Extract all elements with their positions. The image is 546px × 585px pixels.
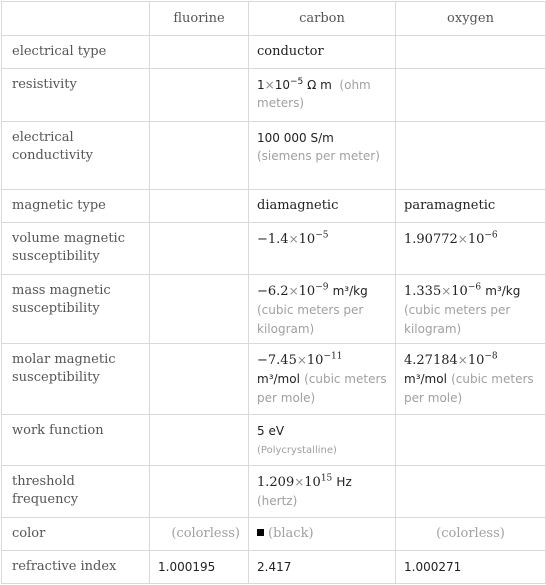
unit: m³/kg: [332, 284, 368, 298]
table-row: magnetic type diamagnetic paramagnetic: [1, 189, 546, 223]
cell-oxygen: 1.335×10−6 m³/kg (cubic meters per kilog…: [395, 274, 546, 344]
row-label: resistivity: [1, 68, 150, 122]
exponent: −5: [315, 230, 329, 241]
color-name: (black): [268, 526, 314, 541]
unit: m³/kg: [485, 284, 521, 298]
cell-oxygen: [395, 414, 546, 466]
cell-carbon: 1×10−5 Ω m (ohm meters): [248, 68, 396, 122]
cell-carbon: 2.417: [248, 550, 396, 584]
header-row: fluorine carbon oxygen: [1, 1, 546, 36]
mantissa: 1: [257, 78, 265, 92]
unit: m³/mol: [257, 372, 300, 386]
row-label: molar magnetic susceptibility: [1, 343, 150, 415]
cell-oxygen: 4.27184×10−8 m³/mol (cubic meters per mo…: [395, 343, 546, 415]
cell-fluorine: [149, 35, 249, 69]
unit: m³/mol: [404, 372, 447, 386]
table-row: volume magnetic susceptibility −1.4×10−5…: [1, 222, 546, 275]
cell-oxygen: [395, 465, 546, 518]
exponent: 15: [320, 473, 333, 484]
table-row: color (colorless) (black) (colorless): [1, 517, 546, 551]
row-label: magnetic type: [1, 189, 150, 223]
exponent: −11: [323, 351, 343, 362]
cell-fluorine: (colorless): [149, 517, 249, 551]
value: 100 000: [257, 131, 307, 145]
cell-fluorine: [149, 343, 249, 415]
row-label: color: [1, 517, 150, 551]
table-row: electrical type conductor: [1, 35, 546, 69]
note: (Polycrystalline): [257, 445, 337, 456]
row-label: work function: [1, 414, 150, 466]
mantissa: −6.2: [257, 284, 289, 299]
unit: eV: [268, 424, 285, 438]
cell-oxygen: [395, 35, 546, 69]
color-swatch-icon: [257, 529, 264, 536]
color-name: (colorless): [436, 526, 505, 541]
header-fluorine: fluorine: [149, 1, 249, 36]
comparison-table: fluorine carbon oxygen electrical type c…: [1, 1, 546, 584]
unit-description: (siemens per meter): [257, 149, 380, 163]
cell-oxygen: 1.90772×10−6: [395, 222, 546, 275]
unit: Hz: [336, 475, 352, 489]
cell-oxygen: (colorless): [395, 517, 546, 551]
header-empty: [1, 1, 150, 36]
table-row: threshold frequency 1.209×1015 Hz (hertz): [1, 465, 546, 518]
exponent: −5: [289, 77, 304, 87]
cell-oxygen: 1.000271: [395, 550, 546, 584]
cell-carbon: −6.2×10−9 m³/kg (cubic meters per kilogr…: [248, 274, 396, 344]
unit-description: (cubic meters per kilogram): [257, 303, 364, 336]
exponent: −6: [484, 230, 498, 241]
cell-fluorine: [149, 465, 249, 518]
cell-fluorine: [149, 222, 249, 275]
cell-fluorine: 1.000195: [149, 550, 249, 584]
exponent: −9: [315, 282, 329, 293]
row-label: threshold frequency: [1, 465, 150, 518]
cell-fluorine: [149, 414, 249, 466]
table-row: molar magnetic susceptibility −7.45×10−1…: [1, 343, 546, 415]
table-row: mass magnetic susceptibility −6.2×10−9 m…: [1, 274, 546, 344]
unit: Ω m: [307, 78, 332, 92]
cell-oxygen: [395, 121, 546, 190]
mantissa: 1.209: [257, 475, 295, 490]
cell-fluorine: [149, 189, 249, 223]
row-label: volume magnetic susceptibility: [1, 222, 150, 275]
cell-fluorine: [149, 274, 249, 344]
cell-carbon: 100 000 S/m (siemens per meter): [248, 121, 396, 190]
unit-description: (hertz): [257, 494, 298, 508]
row-label: electrical conductivity: [1, 121, 150, 190]
mantissa: −1.4: [257, 232, 289, 247]
row-label: refractive index: [1, 550, 150, 584]
cell-oxygen: [395, 68, 546, 122]
cell-carbon: conductor: [248, 35, 396, 69]
exponent: −6: [467, 282, 482, 293]
cell-carbon: 1.209×1015 Hz (hertz): [248, 465, 396, 518]
unit-description: (cubic meters per kilogram): [404, 303, 511, 336]
row-label: mass magnetic susceptibility: [1, 274, 150, 344]
cell-carbon: diamagnetic: [248, 189, 396, 223]
mantissa: 1.335: [404, 284, 442, 299]
value: 5: [257, 424, 265, 438]
cell-carbon: −1.4×10−5: [248, 222, 396, 275]
table-row: resistivity 1×10−5 Ω m (ohm meters): [1, 68, 546, 122]
mantissa: 1.90772: [404, 232, 458, 247]
table-row: electrical conductivity 100 000 S/m (siem…: [1, 121, 546, 190]
color-name: (colorless): [171, 526, 240, 541]
cell-fluorine: [149, 121, 249, 190]
mantissa: −7.45: [257, 353, 297, 368]
exponent: −8: [484, 351, 498, 362]
cell-fluorine: [149, 68, 249, 122]
cell-carbon: 5 eV (Polycrystalline): [248, 414, 396, 466]
unit: S/m: [310, 131, 334, 145]
mantissa: 4.27184: [404, 353, 458, 368]
cell-carbon: −7.45×10−11 m³/mol (cubic meters per mol…: [248, 343, 396, 415]
header-oxygen: oxygen: [395, 1, 546, 36]
table-row: work function 5 eV (Polycrystalline): [1, 414, 546, 466]
table-row: refractive index 1.000195 2.417 1.000271: [1, 550, 546, 584]
row-label: electrical type: [1, 35, 150, 69]
cell-oxygen: paramagnetic: [395, 189, 546, 223]
header-carbon: carbon: [248, 1, 396, 36]
cell-carbon: (black): [248, 517, 396, 551]
